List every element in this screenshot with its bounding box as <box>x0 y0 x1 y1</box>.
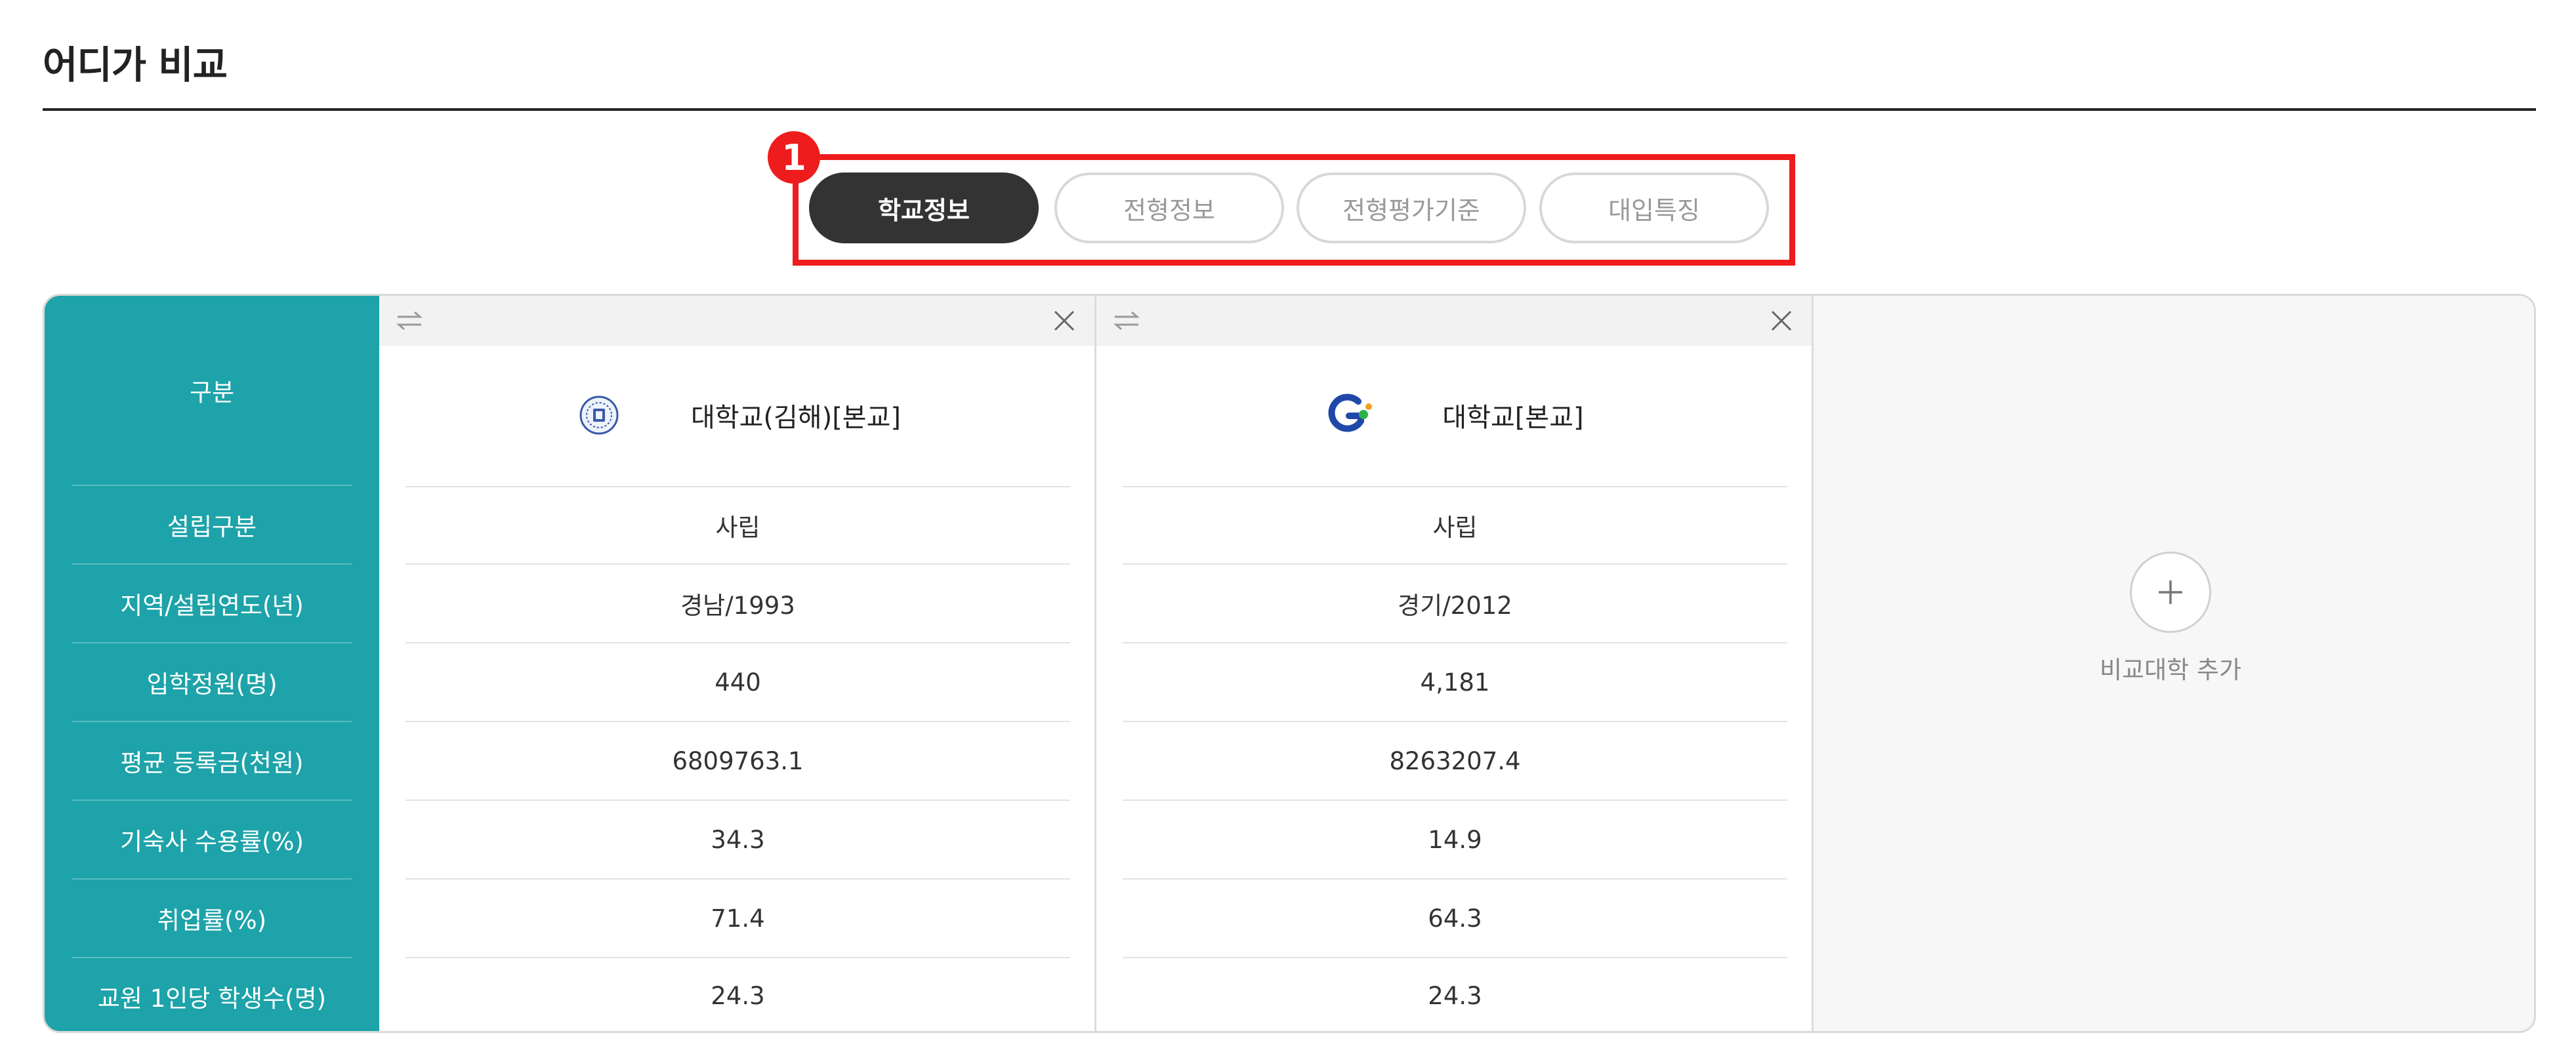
value-establishment-type: 사립 <box>405 486 1070 565</box>
close-icon[interactable] <box>1049 305 1080 336</box>
value-students-per-faculty: 24.3 <box>711 982 765 1010</box>
university-header: 대학교(김해)[본교] <box>379 346 1094 485</box>
university-header: 대학교[본교] <box>1096 346 1812 485</box>
value-region-year: 경기/2012 <box>1123 565 1787 643</box>
value-admission-quota: 4,181 <box>1123 643 1787 722</box>
university-column-2: 대학교[본교] 사립 경기/2012 4,181 8263207.4 14.9 … <box>1096 296 1814 1031</box>
value-dorm-rate: 34.3 <box>405 801 1070 880</box>
university-column-1: 대학교(김해)[본교] 사립 경남/1993 440 6809763.1 34.… <box>379 296 1096 1031</box>
tab-admission-features[interactable]: 대입특징 <box>1539 172 1769 243</box>
label-establishment-type: 설립구분 <box>72 486 352 565</box>
value-admission-quota: 440 <box>405 643 1070 722</box>
label-dorm-rate: 기숙사 수용률(%) <box>72 801 352 880</box>
add-university-button[interactable] <box>2130 552 2211 633</box>
swap-icon[interactable] <box>1111 305 1142 336</box>
value-employment-rate: 64.3 <box>1123 880 1787 958</box>
university-column-toolbar <box>379 296 1094 346</box>
value-students-per-faculty: 24.3 <box>1428 982 1482 1010</box>
university-seal-icon <box>573 389 625 441</box>
g-logo-icon <box>1324 389 1377 441</box>
close-icon[interactable] <box>1766 305 1797 336</box>
label-admission-quota: 입학정원(명) <box>72 643 352 722</box>
value-region-year: 경남/1993 <box>405 565 1070 643</box>
label-header: 구분 <box>72 296 352 486</box>
value-establishment-type: 사립 <box>1123 486 1787 565</box>
page-title: 어디가 비교 <box>43 43 228 87</box>
university-column-toolbar <box>1096 296 1812 346</box>
tab-evaluation-criteria[interactable]: 전형평가기준 <box>1297 172 1526 243</box>
label-column: 구분 설립구분 지역/설립연도(년) 입학정원(명) 평균 등록금(천원) 기숙… <box>45 296 379 1031</box>
add-university-panel: 비교대학 추가 <box>1814 296 2534 1031</box>
university-name: 대학교[본교] <box>1442 403 1584 433</box>
add-university-label: 비교대학 추가 <box>2099 656 2241 684</box>
tab-school-info[interactable]: 학교정보 <box>809 172 1039 243</box>
swap-icon[interactable] <box>394 305 425 336</box>
compare-table: 구분 설립구분 지역/설립연도(년) 입학정원(명) 평균 등록금(천원) 기숙… <box>43 294 2536 1033</box>
value-avg-tuition: 8263207.4 <box>1123 722 1787 801</box>
label-region-year: 지역/설립연도(년) <box>72 565 352 643</box>
label-employment-rate: 취업률(%) <box>72 880 352 958</box>
step-badge: 1 <box>768 131 820 184</box>
tab-admission-info[interactable]: 전형정보 <box>1054 172 1284 243</box>
plus-icon <box>2159 580 2182 604</box>
label-students-per-faculty: 교원 1인당 학생수(명) <box>97 984 327 1013</box>
value-employment-rate: 71.4 <box>405 880 1070 958</box>
title-divider <box>43 108 2536 111</box>
label-avg-tuition: 평균 등록금(천원) <box>72 722 352 801</box>
value-avg-tuition: 6809763.1 <box>405 722 1070 801</box>
university-name: 대학교(김해)[본교] <box>690 403 902 433</box>
value-dorm-rate: 14.9 <box>1123 801 1787 880</box>
